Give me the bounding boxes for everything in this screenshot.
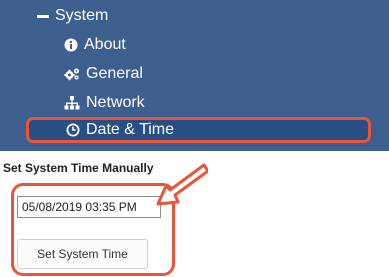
nav-item-general[interactable]: General [64,62,143,86]
clock-icon [66,123,80,137]
nav-item-system[interactable]: System [37,4,108,28]
nav-item-label: Network [86,94,145,111]
nav-item-label: System [55,7,109,24]
nav-item-label: Date & Time [86,121,175,138]
minus-icon [37,10,49,22]
nav-item-about[interactable]: About [64,33,126,57]
settings-nav: System About General Network Date & Time [0,0,389,151]
cogs-icon [64,67,80,81]
nav-item-network[interactable]: Network [64,91,145,115]
info-circle-icon [64,38,78,52]
nav-item-label: General [86,65,143,82]
annotation-arrow-icon [156,163,208,206]
nav-item-label: About [84,36,126,53]
nav-item-date-time[interactable]: Date & Time [26,117,371,143]
sitemap-icon [64,96,80,110]
section-title: Set System Time Manually [3,161,154,175]
